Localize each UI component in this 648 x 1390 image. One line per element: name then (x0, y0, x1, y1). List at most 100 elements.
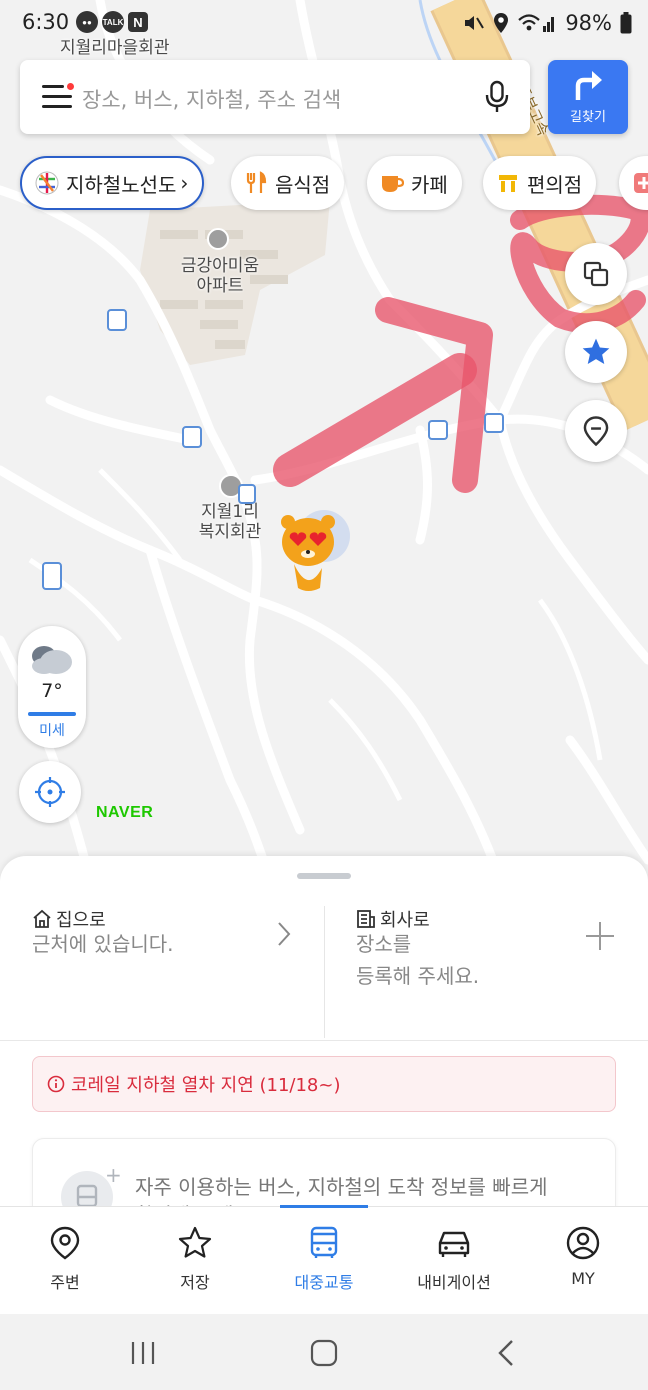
bus-stop-icon[interactable] (182, 426, 202, 448)
apartment-name-line1: 금강아미움 (180, 256, 260, 276)
directions-button[interactable]: 길찾기 (548, 60, 628, 134)
work-subtitle-line2: 등록해 주세요. (356, 964, 480, 988)
home-icon (33, 909, 51, 928)
nav-my-label: MY (571, 1269, 595, 1288)
section-divider (0, 1040, 648, 1041)
profile-icon (566, 1226, 600, 1260)
wifi-signal-icon (518, 14, 555, 32)
column-divider (324, 906, 325, 1038)
hamburger-menu-icon[interactable] (42, 83, 74, 109)
naver-n-icon: N (128, 12, 148, 32)
alert-text: 코레일 지하철 열차 지연 (11/18~) (71, 1075, 341, 1096)
car-icon (438, 1231, 470, 1257)
transit-info-line1: 자주 이용하는 버스, 지하철의 도착 정보를 빠르게 (135, 1175, 548, 1199)
home-subtitle: 근처에 있습니다. (32, 932, 174, 956)
mute-icon (465, 16, 485, 30)
service-alert-banner[interactable]: 코레일 지하철 열차 지연 (11/18~) (32, 1056, 616, 1112)
location-pin-icon (583, 416, 609, 447)
character-avatar-icon (281, 515, 335, 591)
microphone-icon[interactable] (484, 80, 510, 114)
home-button-icon[interactable] (309, 1338, 339, 1368)
home-shortcut[interactable]: 집으로 근처에 있습니다. (32, 904, 302, 1036)
search-bar[interactable]: 장소, 버스, 지하철, 주소 검색 (20, 60, 530, 134)
apartment-name-line2: 아파트 (196, 276, 244, 296)
bus-stop-icon[interactable] (107, 309, 127, 331)
nav-transit-label: 대중교통 (294, 1273, 354, 1292)
chip-cafe-label: 카페 (411, 172, 448, 197)
work-subtitle-line1: 장소를 (356, 932, 412, 956)
layers-icon (583, 261, 609, 287)
temperature: 7° (41, 680, 63, 702)
search-input[interactable]: 장소, 버스, 지하철, 주소 검색 (82, 84, 341, 114)
cloud-icon (32, 646, 72, 674)
directions-label: 길찾기 (570, 110, 606, 125)
chip-hospital[interactable] (619, 156, 648, 210)
dust-level-bar (28, 712, 76, 716)
status-bar: 6:30 ●● TALK N 98% (0, 0, 648, 46)
map-label-welfare-hall[interactable]: 지월1리 복지회관 (188, 502, 272, 542)
convenience-store-icon (495, 170, 521, 196)
bus-stop-icon[interactable] (238, 484, 256, 504)
crosshair-icon (35, 777, 65, 807)
system-navigation-bar (0, 1314, 648, 1390)
nav-navigation[interactable]: 내비게이션 (389, 1207, 519, 1315)
locate-me-button[interactable] (19, 761, 81, 823)
dust-label: 미세 (39, 723, 65, 739)
back-icon[interactable] (494, 1338, 518, 1368)
chevron-right-icon: › (180, 171, 189, 195)
chat-bubble-icon: ●● (76, 11, 98, 33)
restaurant-icon (243, 170, 269, 196)
chip-cafe[interactable]: 카페 (367, 156, 462, 210)
apartment-poi-icon[interactable] (207, 228, 229, 250)
category-chips: 지하철노선도 › 음식점 카페 편의점 (0, 156, 648, 212)
subway-map-icon (34, 170, 60, 196)
info-icon (47, 1075, 65, 1093)
chip-subway-label: 지하철노선도 (66, 172, 177, 197)
chip-restaurant[interactable]: 음식점 (231, 156, 345, 210)
chip-subway-map[interactable]: 지하철노선도 › (20, 156, 205, 210)
chevron-right-icon (278, 922, 291, 946)
chip-restaurant-label: 음식점 (275, 172, 331, 197)
bus-stop-icon[interactable] (484, 413, 504, 433)
chip-convenience-label: 편의점 (527, 172, 583, 197)
bottom-sheet[interactable]: 집으로 근처에 있습니다. 회사로 장소를 등록해 주세요. 코레일 지하철 열… (0, 856, 648, 1216)
nav-navigation-label: 내비게이션 (417, 1273, 491, 1292)
layers-button[interactable] (565, 243, 627, 305)
kakaotalk-icon: TALK (102, 11, 124, 33)
cafe-icon (379, 170, 405, 196)
place-pin-button[interactable] (565, 400, 627, 462)
hospital-cross-icon (631, 170, 648, 196)
work-shortcut[interactable]: 회사로 장소를 등록해 주세요. (356, 904, 618, 1036)
star-filled-icon (582, 338, 610, 364)
nav-my[interactable]: MY (518, 1207, 648, 1315)
battery-icon (620, 12, 632, 34)
nearby-pin-icon (50, 1226, 80, 1260)
notification-icons: ●● TALK N (76, 11, 148, 33)
nav-nearby-label: 주변 (50, 1273, 80, 1292)
add-icon[interactable] (584, 920, 616, 952)
favorites-button[interactable] (565, 321, 627, 383)
turn-right-arrow-icon (575, 71, 602, 100)
map-label-apartment[interactable]: 금강아미움 아파트 (168, 256, 272, 296)
bottom-navigation: 주변 저장 대중교통 내비게이션 MY (0, 1205, 648, 1315)
building-icon (357, 910, 375, 928)
nav-saved-label: 저장 (180, 1273, 210, 1292)
bus-stop-icon[interactable] (428, 420, 448, 440)
recent-apps-icon[interactable] (128, 1339, 158, 1367)
star-icon (178, 1226, 212, 1258)
location-status-icon (494, 13, 509, 33)
bus-icon (310, 1226, 338, 1258)
current-location-marker[interactable] (276, 508, 356, 598)
chip-convenience-store[interactable]: 편의점 (483, 156, 597, 210)
sheet-drag-handle[interactable] (297, 873, 351, 879)
bus-stop-icon[interactable] (42, 562, 62, 590)
naver-logo: NAVER (96, 804, 154, 821)
nav-saved[interactable]: 저장 (130, 1207, 260, 1315)
welfare-name-line2: 복지회관 (198, 522, 262, 542)
welfare-name-line1: 지월1리 (201, 502, 259, 522)
battery-percent: 98% (565, 11, 612, 35)
nav-transit[interactable]: 대중교통 (259, 1207, 389, 1315)
nav-nearby[interactable]: 주변 (0, 1207, 130, 1315)
status-right: 98% (463, 11, 632, 35)
weather-widget[interactable]: 7° 미세 (18, 626, 86, 748)
